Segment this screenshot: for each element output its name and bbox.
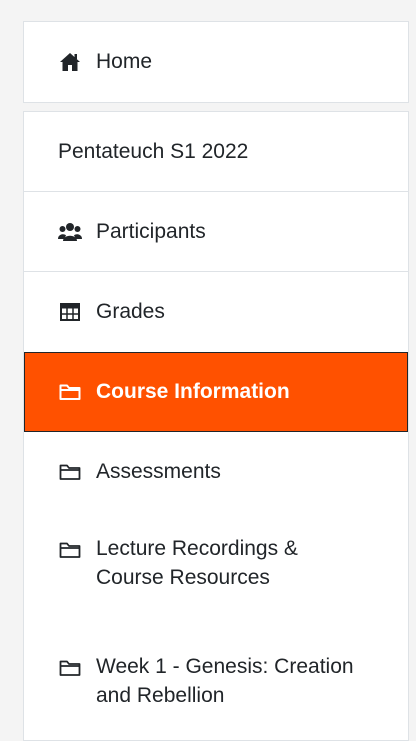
nav-item-week-1[interactable]: Week 1 - Genesis: Creation and Rebellion bbox=[24, 630, 408, 740]
users-icon bbox=[58, 220, 82, 244]
folder-icon bbox=[58, 538, 82, 562]
nav-item-label: Week 1 - Genesis: Creation and Rebellion bbox=[96, 655, 354, 708]
nav-item-label: Course Information bbox=[96, 380, 290, 404]
folder-icon bbox=[58, 656, 82, 680]
nav-item-course-information[interactable]: Course Information bbox=[24, 352, 408, 432]
nav-item-participants[interactable]: Participants bbox=[24, 192, 408, 272]
home-card: Home bbox=[23, 21, 409, 103]
folder-icon bbox=[58, 460, 82, 484]
nav-item-grades[interactable]: Grades bbox=[24, 272, 408, 352]
nav-item-label: Participants bbox=[96, 219, 206, 243]
nav-item-label: Home bbox=[96, 50, 153, 74]
nav-item-home[interactable]: Home bbox=[24, 22, 408, 102]
course-navigation-drawer: Home Pentateuch S1 2022 Participants Gra… bbox=[23, 21, 409, 741]
nav-item-label: Grades bbox=[96, 300, 165, 324]
nav-item-assessments[interactable]: Assessments bbox=[24, 432, 408, 512]
nav-item-label: Lecture Recordings & Course Resources bbox=[96, 537, 298, 590]
course-title-link[interactable]: Pentateuch S1 2022 bbox=[24, 112, 408, 192]
course-card: Pentateuch S1 2022 Participants Grades C… bbox=[23, 111, 409, 741]
course-title: Pentateuch S1 2022 bbox=[58, 139, 249, 163]
nav-item-lecture-recordings[interactable]: Lecture Recordings & Course Resources bbox=[24, 512, 408, 630]
table-icon bbox=[58, 300, 82, 324]
nav-item-label: Assessments bbox=[96, 460, 221, 484]
home-icon bbox=[58, 50, 82, 74]
folder-icon bbox=[58, 380, 82, 404]
